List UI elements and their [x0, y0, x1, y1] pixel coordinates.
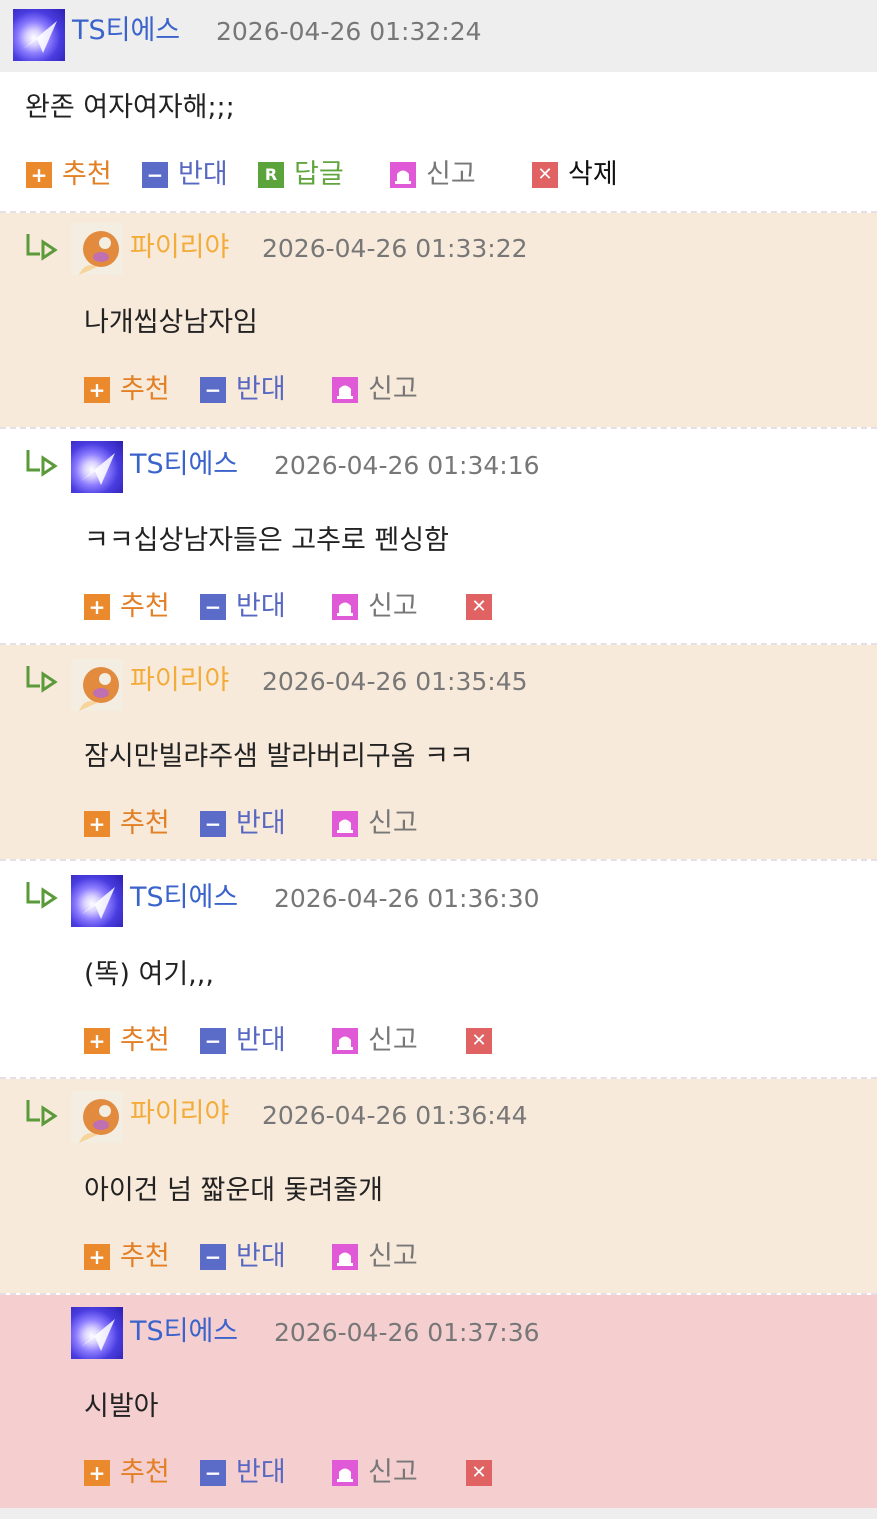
downvote-label: 반대 — [236, 808, 286, 839]
comment-actions: + 추천 − 반대 신고 ✕ — [84, 1456, 784, 1490]
delete-label: 삭제 — [568, 159, 618, 190]
siren-icon — [332, 377, 358, 403]
x-icon: ✕ — [532, 162, 558, 188]
reply-r-icon: R — [258, 162, 284, 188]
comment-reply-highlighted: TS티에스 2026-04-26 01:37:36 시발아 + 추천 − 반대 … — [0, 1295, 877, 1508]
siren-icon — [332, 1028, 358, 1054]
downvote-label: 반대 — [236, 1457, 286, 1488]
siren-icon — [332, 594, 358, 620]
downvote-label: 반대 — [236, 374, 286, 405]
comment-date: 2026-04-26 01:32:24 — [216, 17, 482, 46]
avatar-ts[interactable] — [71, 875, 123, 927]
comment-actions: + 추천 − 반대 신고 ✕ — [84, 590, 784, 624]
upvote-label: 추천 — [120, 1241, 170, 1272]
minus-icon: − — [200, 1028, 226, 1054]
minus-icon: − — [142, 162, 168, 188]
comment-date: 2026-04-26 01:34:16 — [274, 451, 540, 480]
minus-icon: − — [200, 377, 226, 403]
minus-icon: − — [200, 1460, 226, 1486]
comment-text: ㅋㅋ십상남자들은 고추로 펜싱함 — [84, 525, 449, 556]
report-label: 신고 — [368, 808, 418, 839]
comment-reply: 파이리야 2026-04-26 01:33:22 나개씹상남자임 + 추천 − … — [0, 213, 877, 427]
author-nick[interactable]: TS티에스 — [130, 448, 238, 482]
plus-icon: + — [84, 1028, 110, 1054]
x-icon: ✕ — [466, 1460, 492, 1486]
reply-label: 답글 — [294, 159, 344, 190]
minus-icon: − — [200, 1244, 226, 1270]
siren-icon — [332, 1244, 358, 1270]
upvote-label: 추천 — [120, 591, 170, 622]
upvote-label: 추천 — [120, 808, 170, 839]
comment-actions: + 추천 − 반대 신고 ✕ — [84, 1024, 784, 1058]
comment-text: 아이건 넘 짧운대 돛려줄개 — [84, 1175, 383, 1206]
comment-text: 나개씹상남자임 — [84, 307, 258, 338]
minus-icon: − — [200, 811, 226, 837]
avatar-ts[interactable] — [13, 9, 65, 61]
siren-icon — [332, 1460, 358, 1486]
author-nick[interactable]: TS티에스 — [72, 14, 180, 48]
downvote-label: 반대 — [236, 591, 286, 622]
upvote-label: 추천 — [120, 1025, 170, 1056]
comment-date: 2026-04-26 01:37:36 — [274, 1318, 540, 1347]
comment-root: TS티에스 2026-04-26 01:32:24 완존 여자여자해;;; + … — [0, 0, 877, 212]
bottom-edge — [0, 1508, 877, 1519]
downvote-label: 반대 — [236, 1241, 286, 1272]
plus-icon: + — [84, 811, 110, 837]
plus-icon: + — [84, 377, 110, 403]
comment-reply: 파이리야 2026-04-26 01:36:44 아이건 넘 짧운대 돛려줄개 … — [0, 1079, 877, 1293]
comment-thread: TS티에스 2026-04-26 01:32:24 완존 여자여자해;;; + … — [0, 0, 877, 1519]
avatar-ts[interactable] — [71, 1307, 123, 1359]
comment-date: 2026-04-26 01:36:30 — [274, 884, 540, 913]
downvote-label: 반대 — [178, 159, 228, 190]
report-label: 신고 — [368, 1025, 418, 1056]
comment-text: 시발아 — [84, 1391, 159, 1422]
author-nick[interactable]: 파이리야 — [130, 664, 229, 698]
avatar-ts[interactable] — [71, 441, 123, 493]
reply-arrow-icon — [26, 234, 58, 261]
comment-reply: TS티에스 2026-04-26 01:36:30 (똑) 여기,,, + 추천… — [0, 861, 877, 1077]
comment-reply: 파이리야 2026-04-26 01:35:45 잠시만빌랴주샘 발라버리구옴 … — [0, 645, 877, 859]
upvote-label: 추천 — [120, 1457, 170, 1488]
comment-reply: TS티에스 2026-04-26 01:34:16 ㅋㅋ십상남자들은 고추로 펜… — [0, 429, 877, 643]
plus-icon: + — [84, 1244, 110, 1270]
comment-text: 잠시만빌랴주샘 발라버리구옴 ㅋㅋ — [84, 741, 474, 772]
upvote-label: 추천 — [62, 159, 112, 190]
reply-arrow-icon — [26, 1100, 58, 1127]
x-icon: ✕ — [466, 1028, 492, 1054]
author-nick[interactable]: 파이리야 — [130, 1097, 229, 1131]
plus-icon: + — [84, 1460, 110, 1486]
report-label: 신고 — [426, 159, 476, 190]
comment-actions: + 추천 − 반대 R 답글 신고 ✕ 삭제 — [26, 158, 726, 192]
reply-arrow-icon — [26, 882, 58, 909]
comment-date: 2026-04-26 01:35:45 — [262, 667, 528, 696]
avatar-fireri[interactable] — [71, 223, 123, 275]
reply-arrow-icon — [26, 450, 58, 477]
minus-icon: − — [200, 594, 226, 620]
author-nick[interactable]: 파이리야 — [130, 231, 229, 265]
comment-actions: + 추천 − 반대 신고 — [84, 807, 784, 841]
comment-date: 2026-04-26 01:36:44 — [262, 1101, 528, 1130]
comment-actions: + 추천 − 반대 신고 — [84, 1240, 784, 1274]
plus-icon: + — [26, 162, 52, 188]
upvote-label: 추천 — [120, 374, 170, 405]
report-label: 신고 — [368, 374, 418, 405]
x-icon: ✕ — [466, 594, 492, 620]
siren-icon — [332, 811, 358, 837]
comment-text: (똑) 여기,,, — [84, 959, 214, 990]
report-label: 신고 — [368, 1241, 418, 1272]
comment-text: 완존 여자여자해;;; — [25, 92, 235, 123]
plus-icon: + — [84, 594, 110, 620]
avatar-fireri[interactable] — [71, 1091, 123, 1143]
report-label: 신고 — [368, 591, 418, 622]
report-label: 신고 — [368, 1457, 418, 1488]
avatar-fireri[interactable] — [71, 659, 123, 711]
reply-arrow-icon — [26, 666, 58, 693]
comment-date: 2026-04-26 01:33:22 — [262, 234, 528, 263]
downvote-label: 반대 — [236, 1025, 286, 1056]
author-nick[interactable]: TS티에스 — [130, 881, 238, 915]
comment-actions: + 추천 − 반대 신고 — [84, 373, 784, 407]
siren-icon — [390, 162, 416, 188]
author-nick[interactable]: TS티에스 — [130, 1315, 238, 1349]
